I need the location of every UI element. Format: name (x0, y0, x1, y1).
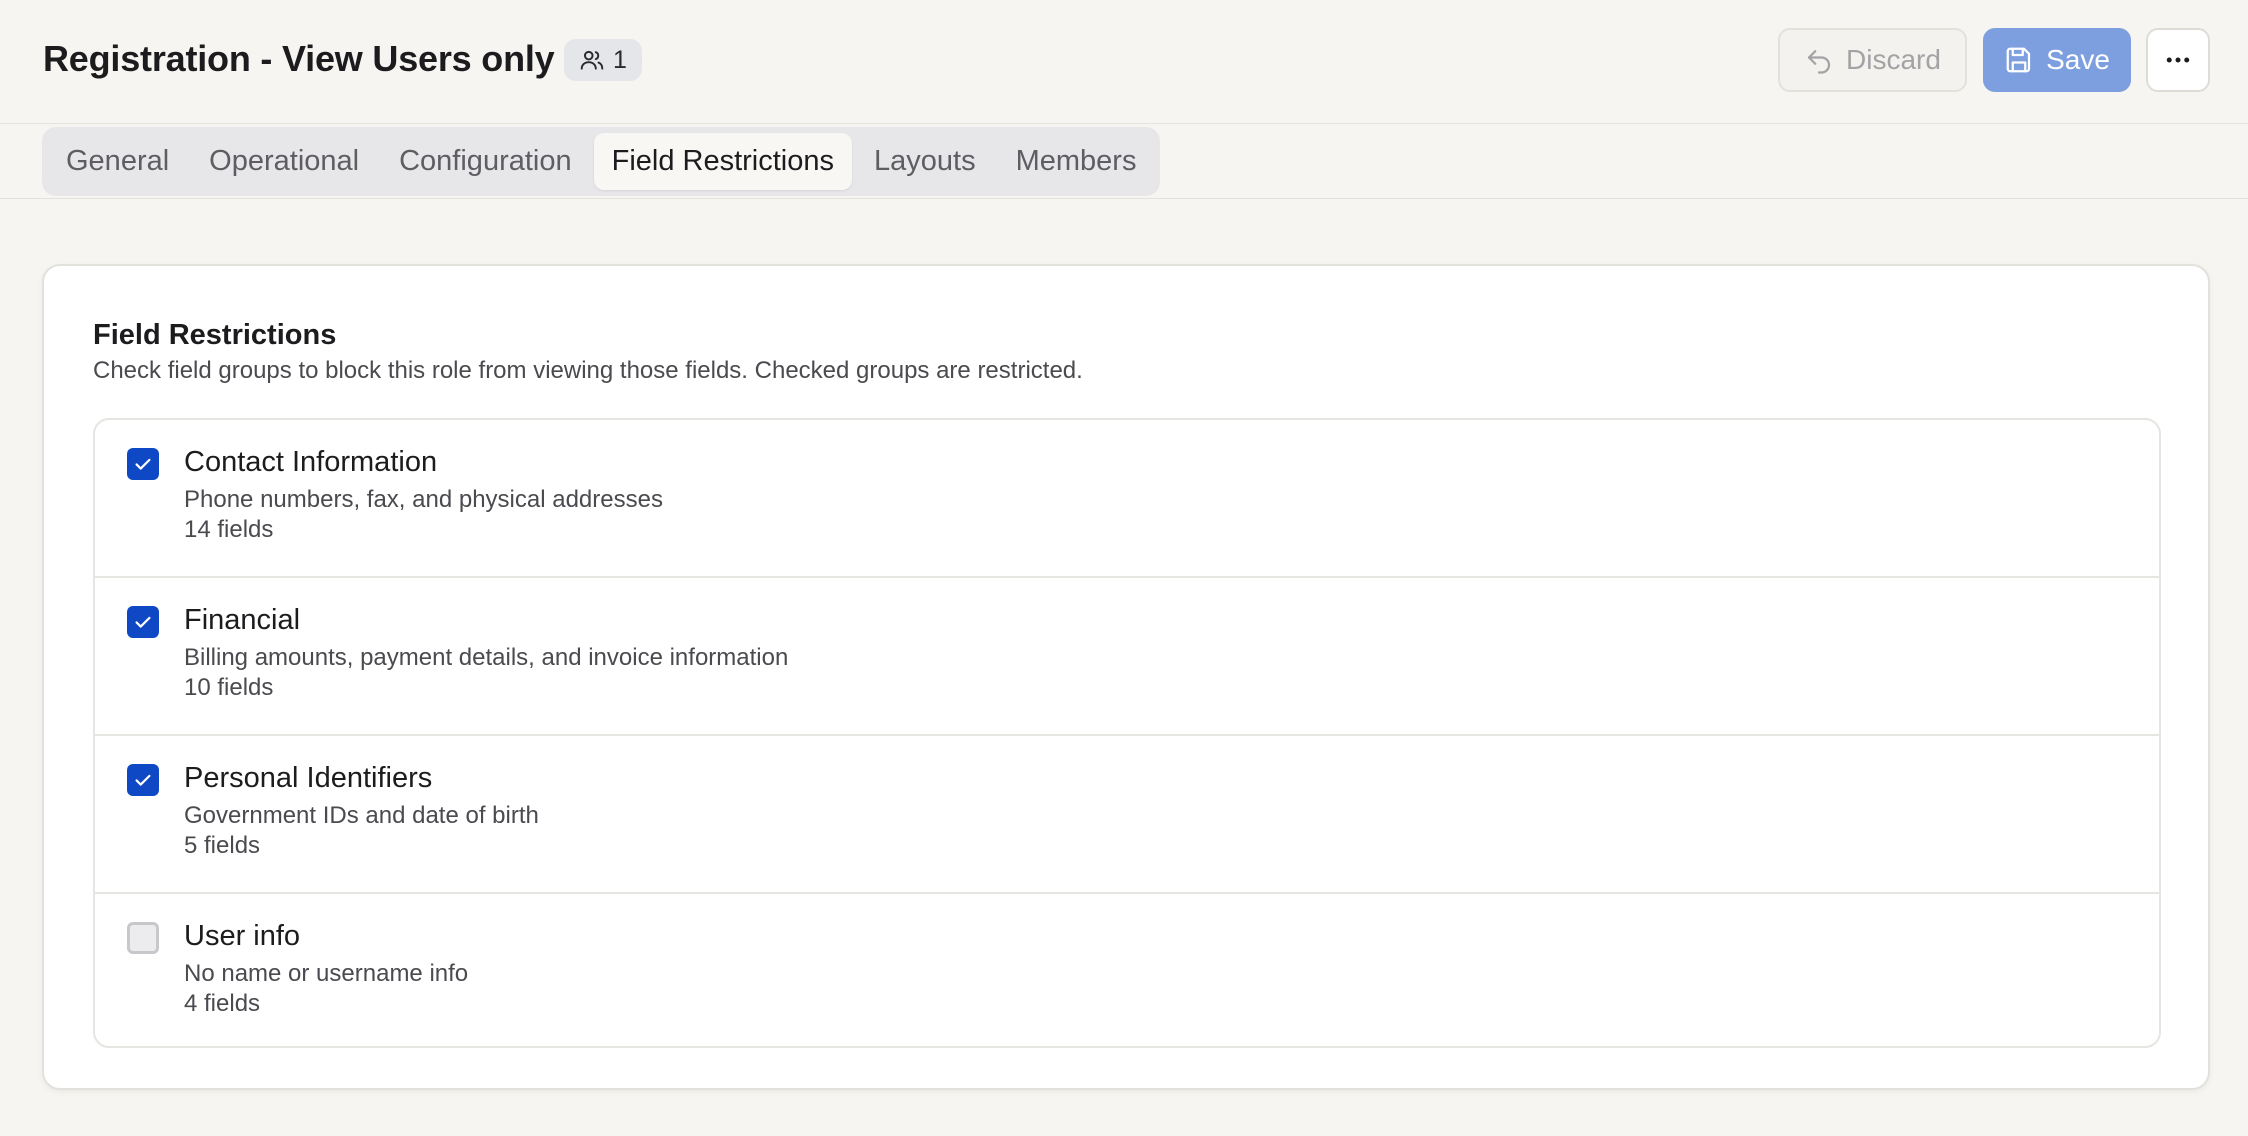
field-group-description: Phone numbers, fax, and physical address… (184, 486, 663, 513)
tab-list: General Operational Configuration Field … (42, 127, 1161, 196)
check-icon (135, 774, 151, 786)
page-title: Registration - View Users only (43, 38, 555, 79)
field-group-count: 5 fields (184, 832, 261, 859)
save-label: Save (2046, 44, 2110, 75)
check-icon (135, 616, 151, 628)
field-group-description: No name or username info (184, 960, 469, 987)
floppy-disk-icon (2006, 47, 2031, 73)
discard-label: Discard (1846, 44, 1941, 75)
tab-members[interactable]: Members (998, 133, 1155, 190)
tab-bar: General Operational Configuration Field … (0, 124, 2248, 199)
field-group-description: Government IDs and date of birth (184, 802, 539, 829)
tab-configuration[interactable]: Configuration (381, 133, 590, 190)
more-options-button[interactable] (2146, 28, 2210, 92)
tab-field-restrictions[interactable]: Field Restrictions (593, 133, 853, 190)
financial-checkbox[interactable] (127, 606, 159, 638)
field-group-item[interactable]: Financial Billing amounts, payment detai… (95, 578, 2159, 736)
save-button[interactable]: Save (1983, 28, 2131, 92)
field-group-list: Contact Information Phone numbers, fax, … (93, 418, 2161, 1048)
undo-icon (1807, 50, 1831, 74)
tab-layouts[interactable]: Layouts (856, 133, 994, 190)
discard-button[interactable]: Discard (1778, 28, 1967, 92)
member-count: 1 (613, 45, 627, 74)
section-title: Field Restrictions (93, 319, 337, 351)
field-group-count: 14 fields (184, 516, 274, 543)
more-horizontal-icon (2166, 57, 2190, 63)
field-group-title: Financial (184, 604, 301, 636)
field-group-title: Contact Information (184, 446, 438, 478)
field-group-item[interactable]: User info No name or username info 4 fie… (95, 894, 2159, 1046)
page-header: Registration - View Users only 1 Discard… (0, 0, 2248, 124)
field-group-description: Billing amounts, payment details, and in… (184, 644, 789, 671)
tab-operational[interactable]: Operational (191, 133, 377, 190)
field-group-title: Personal Identifiers (184, 762, 433, 794)
user-info-checkbox[interactable] (127, 922, 159, 954)
field-group-title: User info (184, 920, 301, 952)
field-group-item[interactable]: Contact Information Phone numbers, fax, … (95, 420, 2159, 578)
section-description: Check field groups to block this role fr… (93, 357, 1083, 384)
contact-information-checkbox[interactable] (127, 448, 159, 480)
field-group-count: 4 fields (184, 990, 261, 1017)
check-icon (135, 458, 151, 470)
field-group-count: 10 fields (184, 674, 274, 701)
field-restrictions-card: Field Restrictions Check field groups to… (42, 264, 2210, 1090)
field-group-item[interactable]: Personal Identifiers Government IDs and … (95, 736, 2159, 894)
tab-general[interactable]: General (48, 133, 187, 190)
users-icon (580, 50, 604, 70)
member-count-badge[interactable]: 1 (564, 39, 642, 81)
personal-identifiers-checkbox[interactable] (127, 764, 159, 796)
